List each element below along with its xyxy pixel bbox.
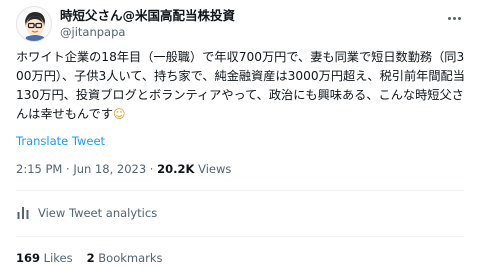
author-display-name[interactable]: 時短父さん@米国高配当株投資 [60, 7, 235, 24]
views-label: Views [194, 162, 232, 176]
engagement-stats: 169 Likes 2 Bookmarks [16, 251, 177, 265]
analytics-icon [17, 207, 29, 219]
tweet-body: ホワイト企業の18年目（一般職）で年収700万円で、妻も同業で短日数勤務（同30… [16, 50, 465, 121]
bookmarks-stat[interactable]: 2 Bookmarks [87, 251, 163, 265]
avatar[interactable] [16, 6, 52, 42]
views-count: 20.2K [157, 162, 195, 176]
translate-tweet-link[interactable]: Translate Tweet [16, 134, 105, 148]
meta-separator: · [62, 162, 74, 176]
author-names: 時短父さん@米国高配当株投資 @jitanpapa [60, 7, 235, 40]
tweet-header: 時短父さん@米国高配当株投資 @jitanpapa [16, 6, 464, 42]
tweet-date[interactable]: Jun 18, 2023 [73, 162, 146, 176]
more-icon[interactable] [444, 8, 464, 28]
smile-emoji-icon: ☺ [112, 107, 126, 121]
avatar-illustration [17, 7, 51, 41]
analytics-label: View Tweet analytics [38, 206, 158, 220]
view-analytics-link[interactable]: View Tweet analytics [16, 204, 157, 222]
tweet-text: ホワイト企業の18年目（一般職）で年収700万円で、妻も同業で短日数勤務（同30… [16, 48, 466, 124]
tweet-meta: 2:15 PM · Jun 18, 2023 · 20.2K Views [16, 162, 231, 176]
divider [16, 190, 464, 191]
likes-label: Likes [40, 251, 73, 265]
bookmarks-count: 2 [86, 251, 95, 265]
meta-separator: · [146, 162, 158, 176]
divider [16, 236, 464, 237]
author-handle[interactable]: @jitanpapa [60, 24, 235, 40]
tweet-time[interactable]: 2:15 PM [16, 162, 62, 176]
likes-stat[interactable]: 169 Likes [16, 251, 73, 265]
bookmarks-label: Bookmarks [94, 251, 163, 265]
likes-count: 169 [16, 251, 41, 265]
